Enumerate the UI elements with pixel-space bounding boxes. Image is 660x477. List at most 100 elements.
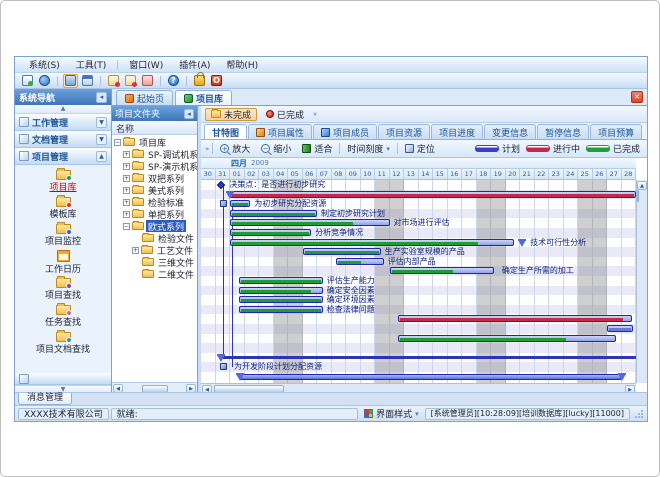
sidebar-section-工作管理[interactable]: 工作管理▼	[15, 114, 111, 131]
tree-node-SP-演示机系[interactable]: +SP-演示机系	[112, 160, 197, 172]
task-bar[interactable]	[230, 191, 636, 198]
expand-icon[interactable]: +	[123, 187, 130, 194]
task-bar[interactable]	[336, 258, 384, 265]
tree-node-检验文件[interactable]: 检验文件	[112, 232, 197, 244]
fit-button[interactable]: 适合	[298, 142, 336, 156]
chevron-down-icon[interactable]: ▼	[96, 134, 107, 145]
summary-bar[interactable]	[240, 374, 621, 380]
tree-node-工艺文件[interactable]: +工艺文件	[112, 244, 197, 256]
resize-grip[interactable]	[634, 409, 644, 419]
scroll-up-icon[interactable]: ▲	[637, 181, 647, 190]
tab-起始页[interactable]: 起始页	[116, 90, 173, 105]
menu-item[interactable]: 帮助(H)	[218, 57, 266, 72]
gantt-tab-项目成员[interactable]: 项目成员	[313, 124, 377, 139]
filter-overflow-icon[interactable]: »	[311, 112, 319, 116]
sidebar-section-项目管理[interactable]: 项目管理▲	[15, 148, 111, 165]
sidebar-item-项目文档查找[interactable]: 项目文档查找	[15, 330, 111, 357]
gantt-tab-变更信息[interactable]: 变更信息	[484, 124, 536, 139]
sidebar-scroll-up-button[interactable]: ▲	[15, 105, 111, 114]
vertical-scrollbar[interactable]: ▲	[636, 180, 647, 383]
task-bar[interactable]	[398, 335, 616, 342]
help-button[interactable]: ?	[166, 74, 181, 88]
expand-icon[interactable]: +	[123, 199, 130, 206]
menu-item[interactable]: 窗口(W)	[121, 57, 171, 72]
filter-已完成[interactable]: 已完成	[261, 108, 309, 121]
globe-button[interactable]	[37, 74, 52, 88]
task-bar[interactable]	[230, 210, 317, 217]
tree-column-header[interactable]: 名称	[112, 121, 197, 135]
sidebar-item-项目库[interactable]: 项目库	[15, 168, 111, 195]
task-bar[interactable]	[303, 248, 381, 255]
sidebar-item-任务查找[interactable]: 任务查找	[15, 303, 111, 330]
tree-node-三维文件[interactable]: 三维文件	[112, 256, 197, 268]
tree-node-双把系列[interactable]: +双把系列	[112, 172, 197, 184]
toolbar-overflow-icon[interactable]: »	[205, 145, 209, 153]
task-bar[interactable]	[239, 296, 323, 303]
tree-node-美式系列[interactable]: +美式系列	[112, 184, 197, 196]
gantt-tab-项目进度[interactable]: 项目进度	[431, 124, 483, 139]
task-group-icon[interactable]	[220, 363, 227, 370]
expand-icon[interactable]: +	[123, 151, 130, 158]
close-icon[interactable]: ✕	[631, 91, 643, 103]
sidebar-item-项目查找[interactable]: 项目查找	[15, 276, 111, 303]
tree-node-SP-调试机系[interactable]: +SP-调试机系	[112, 148, 197, 160]
task-bar[interactable]	[239, 306, 323, 313]
task-bar[interactable]	[398, 315, 631, 322]
task-bar[interactable]	[239, 277, 323, 284]
monitor-button[interactable]	[20, 74, 35, 88]
ui-style-dropdown[interactable]: 界面样式 ▾	[360, 408, 423, 420]
new-message-button[interactable]	[106, 74, 121, 88]
locate-button[interactable]: 定位	[401, 142, 439, 156]
expand-icon[interactable]: +	[132, 247, 139, 254]
expand-icon[interactable]: +	[123, 175, 130, 182]
exit-button[interactable]: O	[209, 74, 224, 88]
task-bar[interactable]	[239, 287, 323, 294]
sidebar-item-项目监控[interactable]: 项目监控	[15, 222, 111, 249]
gantt-grid[interactable]: 决策点：是否进行初步研究为初步研究分配资源制定初步研究计划对市场进行评估分析竞争…	[201, 180, 636, 383]
tab-项目库[interactable]: 项目库	[175, 90, 232, 105]
task-bar[interactable]	[230, 219, 390, 226]
message-management-tab[interactable]: 消息管理	[18, 393, 72, 405]
time-scale-dropdown[interactable]: 时间刻度▾	[343, 142, 394, 156]
filter-未完成[interactable]: 未完成	[205, 108, 257, 121]
sidebar-item-工作日历[interactable]: 工作日历	[15, 249, 111, 276]
contacts-button[interactable]	[140, 74, 155, 88]
expand-icon[interactable]: +	[123, 211, 130, 218]
menu-item[interactable]: 插件(A)	[171, 57, 218, 72]
task-group-icon[interactable]	[220, 200, 227, 207]
folder-view-button[interactable]	[63, 74, 78, 88]
gantt-tab-暂停信息[interactable]: 暂停信息	[537, 124, 589, 139]
expand-icon[interactable]: +	[123, 163, 130, 170]
zoom-in-button[interactable]: +放大	[216, 142, 254, 156]
sidebar-item-模板库[interactable]: 模板库	[15, 195, 111, 222]
tree-node-检验标准[interactable]: +检验标准	[112, 196, 197, 208]
gantt-tab-甘特图[interactable]: 甘特图	[204, 124, 247, 139]
tree-node-欧式系列[interactable]: −欧式系列	[112, 220, 197, 232]
task-bar[interactable]	[607, 325, 633, 332]
task-bar[interactable]	[390, 267, 494, 274]
gantt-tab-项目属性[interactable]: 项目属性	[248, 124, 312, 139]
tree-node-项目库[interactable]: −项目库	[112, 136, 197, 148]
menu-item[interactable]: 系统(S)	[21, 57, 68, 72]
chevron-down-icon[interactable]: ▼	[96, 117, 107, 128]
tree-node-二维文件[interactable]: 二维文件	[112, 268, 197, 280]
tree-node-单把系列[interactable]: +单把系列	[112, 208, 197, 220]
summary-line[interactable]	[221, 356, 636, 359]
menu-item[interactable]: 工具(T)	[68, 57, 115, 72]
zoom-out-button[interactable]: −缩小	[257, 142, 295, 156]
task-bar[interactable]	[230, 239, 514, 246]
pin-icon[interactable]: ◂	[184, 109, 194, 119]
scrollbar-thumb[interactable]	[637, 190, 639, 202]
task-bar[interactable]	[230, 229, 311, 236]
chevron-up-icon[interactable]: ▲	[96, 151, 107, 162]
gantt-tab-项目预算[interactable]: 项目预算	[590, 124, 642, 139]
open-message-button[interactable]	[123, 74, 138, 88]
collapse-icon[interactable]: −	[123, 223, 130, 230]
pin-icon[interactable]: ◂	[96, 92, 107, 103]
sidebar-section-文档管理[interactable]: 文档管理▼	[15, 131, 111, 148]
collapse-icon[interactable]: −	[114, 139, 121, 146]
gantt-tab-项目资源[interactable]: 项目资源	[378, 124, 430, 139]
lock-button[interactable]	[192, 74, 207, 88]
window-switch-button[interactable]	[80, 74, 95, 88]
task-bar[interactable]	[230, 200, 250, 207]
